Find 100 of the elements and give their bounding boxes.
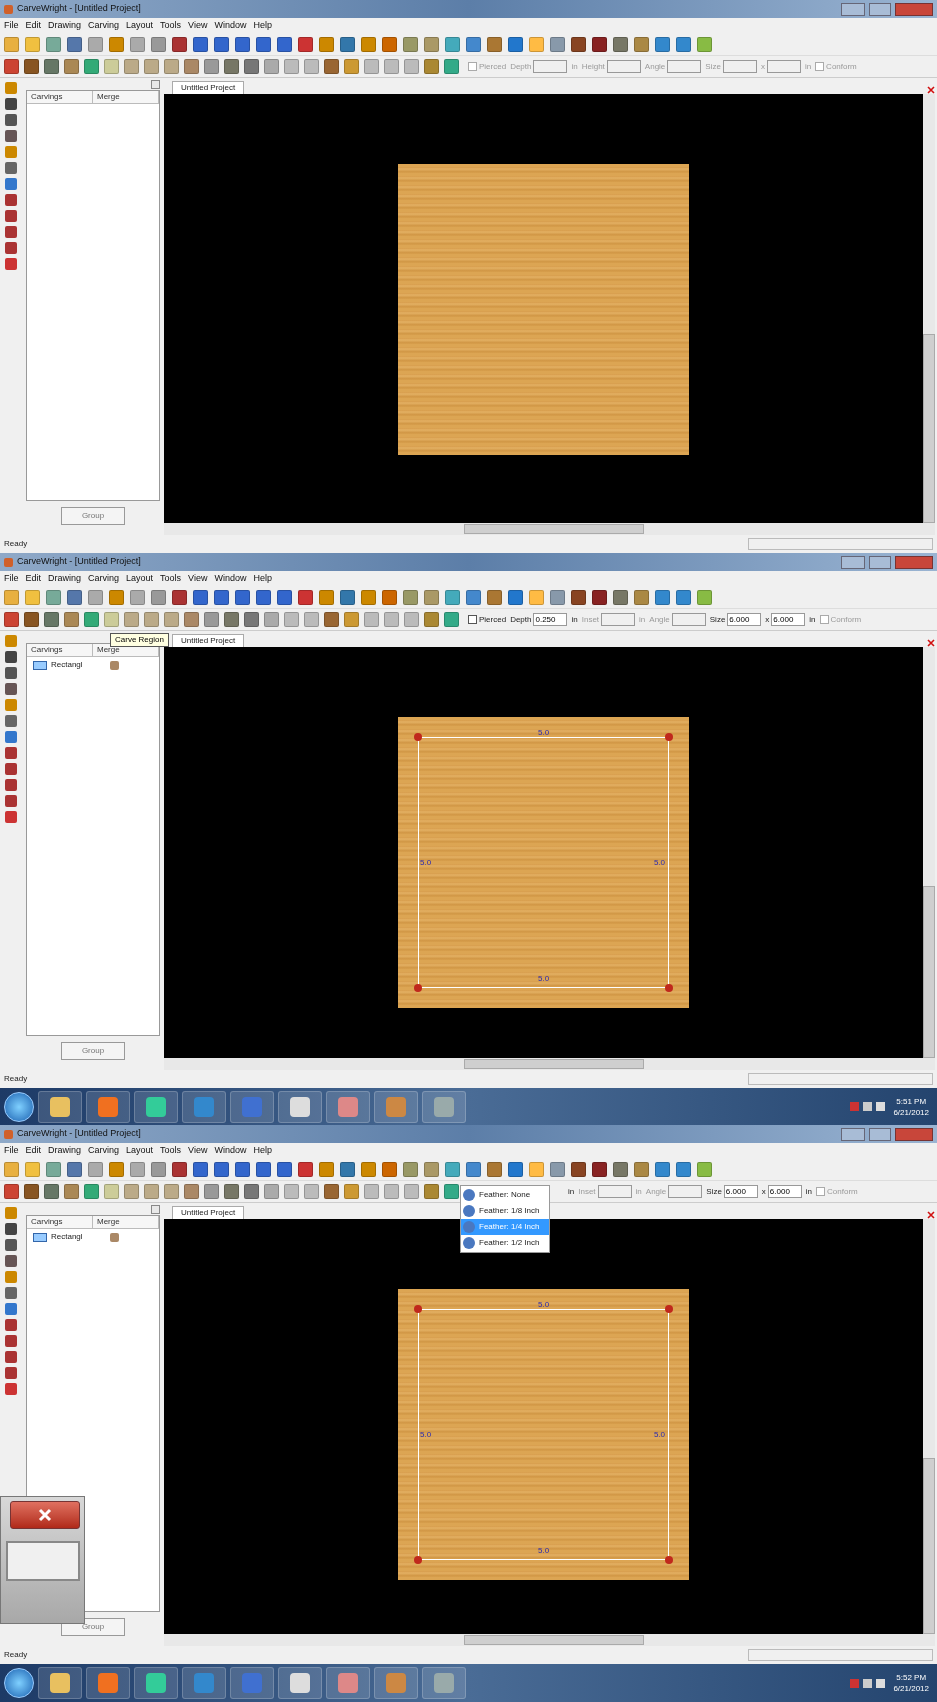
menu-item[interactable]: Window [214, 572, 247, 586]
tool-icon[interactable] [5, 162, 17, 174]
menu-option[interactable]: Feather: 1/2 Inch [461, 1235, 549, 1251]
taskbar-app-button[interactable] [326, 1090, 370, 1123]
tool-icon[interactable] [5, 1223, 17, 1235]
corner-handle[interactable] [665, 1556, 673, 1564]
tool-icon[interactable] [5, 1255, 17, 1267]
tool-icon[interactable] [5, 210, 17, 222]
tool-icon[interactable] [5, 795, 17, 807]
input-field[interactable]: 0.250 [533, 613, 568, 626]
taskbar-app-button[interactable] [278, 1090, 322, 1123]
menu-item[interactable]: Layout [126, 572, 154, 586]
maximize-button[interactable] [869, 2, 891, 16]
horizontal-scrollbar[interactable] [164, 1634, 935, 1646]
tool-icon[interactable] [5, 178, 17, 190]
menu-item[interactable]: Help [253, 19, 272, 33]
column-header[interactable]: Merge [93, 1216, 159, 1229]
corner-handle[interactable] [414, 984, 422, 992]
menu-item[interactable]: View [188, 19, 208, 33]
group-button[interactable]: Group [60, 1042, 126, 1060]
taskbar-app-button[interactable] [278, 1667, 322, 1699]
menu-item[interactable]: Drawing [48, 1144, 82, 1158]
start-button[interactable] [4, 1668, 34, 1698]
tool-icon[interactable] [5, 1287, 17, 1299]
menu-item[interactable]: Window [214, 1144, 247, 1158]
minimize-button[interactable] [841, 555, 865, 569]
tool-icon[interactable] [5, 1319, 17, 1331]
input-field[interactable] [533, 60, 568, 73]
menu-item[interactable]: Edit [25, 1144, 42, 1158]
tool-icon[interactable] [5, 811, 17, 823]
close-icon[interactable] [927, 1211, 935, 1219]
tool-icon[interactable] [5, 683, 17, 695]
merge-icon[interactable] [110, 1232, 119, 1242]
column-header[interactable]: Carvings [27, 644, 93, 657]
tool-icon[interactable] [5, 114, 17, 126]
menu-item[interactable]: Carving [88, 572, 120, 586]
menu-item[interactable]: View [188, 1144, 208, 1158]
input-field[interactable] [722, 60, 757, 73]
menu-item[interactable]: File [4, 572, 19, 586]
menu-item[interactable]: Window [214, 19, 247, 33]
tree-item[interactable]: Rectangl [51, 659, 106, 671]
close-button[interactable] [895, 1127, 933, 1141]
menu-item[interactable]: Edit [25, 572, 42, 586]
tool-icon[interactable] [5, 667, 17, 679]
tool-icon[interactable] [5, 130, 17, 142]
start-button[interactable] [4, 1091, 34, 1122]
menu-option[interactable]: Feather: None [461, 1187, 549, 1203]
maximize-button[interactable] [869, 555, 891, 569]
close-icon[interactable] [927, 86, 935, 94]
merge-icon[interactable] [110, 660, 119, 670]
tool-icon[interactable] [5, 194, 17, 206]
checkbox[interactable] [468, 615, 477, 624]
menu-item[interactable]: Tools [160, 19, 182, 33]
menu-item[interactable]: Carving [88, 1144, 120, 1158]
column-header[interactable]: Carvings [27, 1216, 93, 1229]
tool-icon[interactable] [5, 242, 17, 254]
selection-rectangle[interactable] [418, 737, 669, 988]
input-field[interactable] [667, 60, 702, 73]
input-field[interactable] [766, 60, 801, 73]
horizontal-scrollbar[interactable] [164, 1058, 935, 1070]
taskbar-app-button[interactable] [38, 1667, 82, 1699]
taskbar-app-button[interactable] [134, 1090, 178, 1123]
menu-item[interactable]: Drawing [48, 572, 82, 586]
close-button[interactable] [895, 555, 933, 569]
tool-icon[interactable] [5, 763, 17, 775]
menu-item[interactable]: Layout [126, 1144, 154, 1158]
tool-icon[interactable] [5, 651, 17, 663]
minimize-button[interactable] [841, 2, 865, 16]
group-button[interactable]: Group [60, 507, 126, 525]
tool-icon[interactable] [5, 715, 17, 727]
document-tab[interactable]: Untitled Project [172, 1206, 245, 1219]
tool-icon[interactable] [5, 1351, 17, 1363]
corner-handle[interactable] [414, 1305, 422, 1313]
column-header[interactable]: Merge [93, 91, 159, 104]
tool-icon[interactable] [5, 1335, 17, 1347]
corner-handle[interactable] [665, 984, 673, 992]
menu-item[interactable]: Tools [160, 572, 182, 586]
tool-icon[interactable] [5, 1303, 17, 1315]
tool-icon[interactable] [5, 258, 17, 270]
menu-item[interactable]: Help [253, 1144, 272, 1158]
vertical-scrollbar[interactable] [923, 647, 935, 1058]
menu-item[interactable]: Tools [160, 1144, 182, 1158]
input-field[interactable] [601, 613, 636, 626]
input-field[interactable] [606, 60, 641, 73]
menu-item[interactable]: View [188, 572, 208, 586]
tool-icon[interactable] [5, 779, 17, 791]
menu-item[interactable]: File [4, 1144, 19, 1158]
selection-rectangle[interactable] [418, 1309, 669, 1560]
minimize-button[interactable] [841, 1127, 865, 1141]
tool-icon[interactable] [5, 1239, 17, 1251]
maximize-button[interactable] [869, 1127, 891, 1141]
tree-item[interactable]: Rectangl [51, 1231, 106, 1243]
taskbar-app-button[interactable] [86, 1090, 130, 1123]
input-field[interactable] [668, 1185, 703, 1198]
close-icon[interactable] [927, 639, 935, 647]
input-field[interactable]: 6.000 [767, 1185, 802, 1198]
input-field[interactable] [597, 1185, 632, 1198]
taskbar-app-button[interactable] [38, 1090, 82, 1123]
input-field[interactable]: 6.000 [771, 613, 806, 626]
input-field[interactable]: 6.000 [727, 613, 762, 626]
